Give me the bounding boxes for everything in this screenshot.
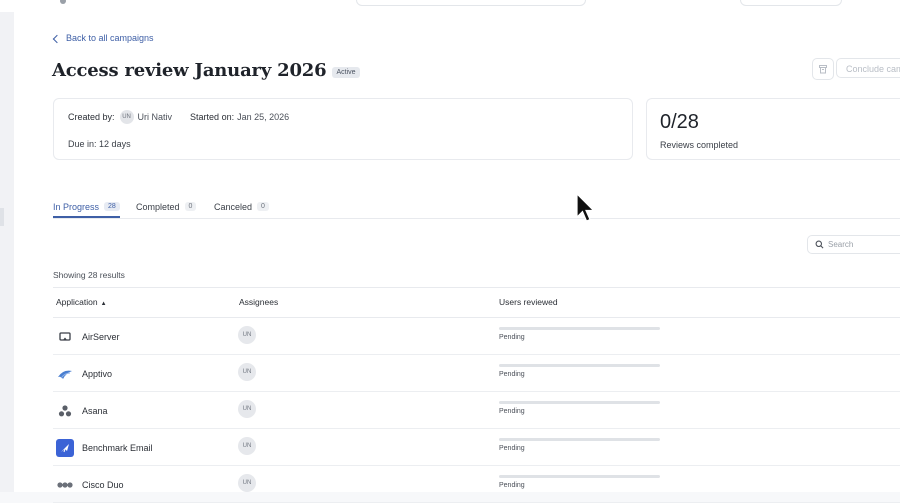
back-link-label: Back to all campaigns [66, 33, 154, 43]
tab-count-badge: 0 [184, 202, 197, 211]
avatar: UN [238, 437, 256, 455]
tab-completed[interactable]: Completed 0 [136, 196, 197, 217]
sort-ascending-icon: ▲ [100, 301, 107, 307]
reviews-progress-card: 0/28 Reviews completed [646, 98, 900, 160]
reviews-label: Reviews completed [660, 140, 739, 150]
avatar: UN [238, 363, 256, 381]
status-text: Pending [499, 482, 525, 489]
applications-table: Application ▲ Assignees Users reviewed Ai… [53, 287, 900, 503]
mouse-pointer-icon [576, 193, 595, 222]
app-name: Cisco Duo [82, 480, 124, 490]
search-input[interactable] [828, 240, 900, 249]
table-header: Application ▲ Assignees Users reviewed [53, 287, 900, 318]
avatar: UN [238, 400, 256, 418]
airserver-icon [56, 328, 74, 346]
started-on-value: Jan 25, 2026 [237, 112, 290, 122]
avatar: UN [238, 326, 256, 344]
back-to-campaigns-link[interactable]: Back to all campaigns [52, 33, 154, 43]
sidebar-active-marker [0, 208, 4, 226]
tab-bar: In Progress 28 Completed 0 Canceled 0 [53, 192, 900, 219]
status-text: Pending [499, 371, 525, 378]
app-cell: Cisco Duo [56, 476, 124, 494]
created-by-label: Created by: [68, 112, 115, 122]
column-label: Application [56, 297, 98, 307]
started-on-label: Started on: [190, 112, 235, 122]
app-name: Apptivo [82, 369, 113, 379]
status-text: Pending [499, 408, 525, 415]
app-name: AirServer [82, 332, 120, 342]
due-in-value: 12 days [99, 139, 131, 149]
avatar: UN [119, 110, 134, 124]
tab-in-progress[interactable]: In Progress 28 [53, 196, 120, 218]
table-row[interactable]: Benchmark Email UN Pending [53, 429, 900, 466]
cisco-duo-icon [56, 476, 74, 494]
search-icon [815, 240, 824, 249]
tab-label: Canceled [214, 201, 253, 212]
column-header-application[interactable]: Application ▲ [56, 297, 107, 307]
conclude-campaign-button[interactable]: Conclude camp [836, 58, 900, 78]
tab-label: In Progress [53, 201, 100, 212]
status-text: Pending [499, 445, 525, 452]
app-cell: AirServer [56, 328, 120, 346]
info-row: Created by: UN Uri Nativ Started on: Jan… [68, 110, 289, 124]
apptivo-icon [56, 365, 74, 383]
app-cell: Benchmark Email [56, 439, 153, 457]
search-field[interactable] [807, 235, 900, 254]
benchmark-email-icon [56, 439, 74, 457]
app-name: Asana [82, 406, 108, 416]
results-count: Showing 28 results [53, 270, 125, 280]
review-progress-bar [499, 401, 660, 404]
title-row: Access review January 2026 Active [52, 60, 360, 81]
column-header-users-reviewed: Users reviewed [499, 297, 558, 307]
sidebar [0, 12, 14, 492]
app-name: Benchmark Email [82, 443, 153, 453]
chevron-left-icon [52, 34, 62, 43]
review-progress-bar [499, 364, 660, 367]
page-title: Access review January 2026 [52, 60, 327, 81]
creator-name: Uri Nativ [137, 112, 173, 122]
status-text: Pending [499, 334, 525, 341]
global-search-input[interactable] [356, 0, 586, 6]
main-content: Back to all campaigns Access review Janu… [14, 12, 900, 503]
avatar: UN [238, 474, 256, 492]
due-row: Due in: 12 days [68, 139, 131, 149]
delete-campaign-button[interactable] [812, 58, 834, 80]
table-row[interactable]: Apptivo UN Pending [53, 355, 900, 392]
tab-canceled[interactable]: Canceled 0 [214, 196, 269, 217]
tab-label: Completed [136, 201, 180, 212]
tab-count-badge: 0 [257, 202, 269, 211]
asana-icon [56, 402, 74, 420]
app-cell: Apptivo [56, 365, 112, 383]
column-header-assignees: Assignees [239, 297, 279, 307]
logo-icon [60, 0, 66, 4]
table-row[interactable]: Cisco Duo UN Pending [53, 466, 900, 503]
review-progress-bar [499, 327, 660, 330]
reviews-count: 0/28 [660, 111, 699, 133]
table-row[interactable]: Asana UN Pending [53, 392, 900, 429]
user-menu[interactable] [740, 0, 842, 6]
table-row[interactable]: AirServer UN Pending [53, 318, 900, 355]
due-in-label: Due in: [68, 139, 97, 149]
tab-count-badge: 28 [104, 202, 120, 211]
campaign-info-card: Created by: UN Uri Nativ Started on: Jan… [53, 98, 633, 160]
review-progress-bar [499, 475, 660, 478]
review-progress-bar [499, 438, 660, 441]
status-badge: Active [332, 66, 360, 78]
app-cell: Asana [56, 402, 108, 420]
trash-icon [819, 65, 827, 74]
